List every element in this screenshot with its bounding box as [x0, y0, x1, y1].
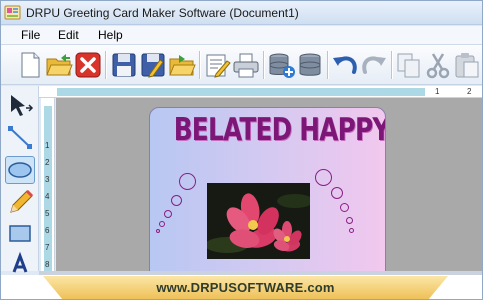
app-logo-icon: [4, 4, 21, 21]
bubble-shape[interactable]: [156, 229, 160, 233]
ruler-number: 4: [45, 192, 50, 201]
bubble-shape[interactable]: [315, 169, 332, 186]
menu-help[interactable]: Help: [98, 28, 123, 42]
bubble-shape[interactable]: [179, 173, 196, 190]
vertical-ruler: 1 2 3 4 5 6 7 8: [41, 98, 55, 271]
toolbar-separator: [327, 51, 328, 79]
database-icon[interactable]: [295, 50, 325, 80]
text-tool-icon[interactable]: [5, 250, 35, 278]
ruler-page-band: [57, 88, 425, 96]
ruler-number: 2: [45, 158, 50, 167]
toolbar-separator: [199, 51, 200, 79]
menu-bar: File Edit Help: [1, 26, 482, 45]
design-canvas[interactable]: BELATED HAPPY BIRTHDAY: [56, 98, 482, 271]
database-add-icon[interactable]: [266, 50, 296, 80]
rectangle-tool-icon[interactable]: [5, 220, 35, 248]
app-window: DRPU Greeting Card Maker Software (Docum…: [0, 0, 483, 300]
bubble-shape[interactable]: [340, 203, 349, 212]
undo-icon[interactable]: [330, 50, 360, 80]
line-tool-icon[interactable]: [5, 124, 35, 152]
website-url[interactable]: www.DRPUSOFTWARE.com: [43, 280, 448, 295]
ruler-number: 2: [467, 87, 472, 96]
close-icon[interactable]: [73, 50, 103, 80]
ruler-number: 3: [45, 175, 50, 184]
menu-edit[interactable]: Edit: [58, 28, 79, 42]
copy-icon[interactable]: [394, 50, 424, 80]
cut-icon[interactable]: [423, 50, 453, 80]
greeting-card[interactable]: BELATED HAPPY BIRTHDAY: [149, 107, 386, 271]
paste-icon[interactable]: [452, 50, 482, 80]
toolbar-separator: [105, 51, 106, 79]
window-title: DRPU Greeting Card Maker Software (Docum…: [26, 6, 299, 20]
website-banner: www.DRPUSOFTWARE.com: [1, 275, 482, 299]
save-icon[interactable]: [109, 50, 139, 80]
flower-photo[interactable]: [207, 183, 310, 259]
select-move-icon[interactable]: [5, 92, 35, 120]
open-folder-icon[interactable]: [44, 50, 74, 80]
save-as-icon[interactable]: [138, 50, 168, 80]
ruler-number: 1: [435, 87, 440, 96]
pencil-tool-icon[interactable]: [5, 188, 35, 216]
ellipse-tool-icon[interactable]: [5, 156, 35, 184]
export-folder-icon[interactable]: [167, 50, 197, 80]
horizontal-ruler: 1 2: [39, 86, 482, 98]
card-title-text[interactable]: BELATED HAPPY BIRTHDAY: [174, 112, 385, 148]
tools-panel: [1, 86, 39, 273]
edit-properties-icon[interactable]: [202, 50, 232, 80]
ruler-number: 6: [45, 226, 50, 235]
ruler-number: 8: [45, 260, 50, 269]
toolbar: [1, 45, 482, 85]
print-icon[interactable]: [231, 50, 261, 80]
toolbar-separator: [263, 51, 264, 79]
bubble-shape[interactable]: [331, 187, 343, 199]
bubble-shape[interactable]: [346, 217, 353, 224]
ruler-number: 5: [45, 209, 50, 218]
bubble-shape[interactable]: [171, 195, 182, 206]
bubble-shape[interactable]: [349, 228, 354, 233]
bubble-shape[interactable]: [159, 221, 165, 227]
new-document-icon[interactable]: [15, 50, 45, 80]
redo-icon[interactable]: [359, 50, 389, 80]
ruler-number: 7: [45, 243, 50, 252]
title-bar: DRPU Greeting Card Maker Software (Docum…: [1, 1, 482, 25]
bubble-shape[interactable]: [164, 210, 172, 218]
toolbar-separator: [391, 51, 392, 79]
ruler-number: 1: [45, 141, 50, 150]
menu-file[interactable]: File: [21, 28, 40, 42]
